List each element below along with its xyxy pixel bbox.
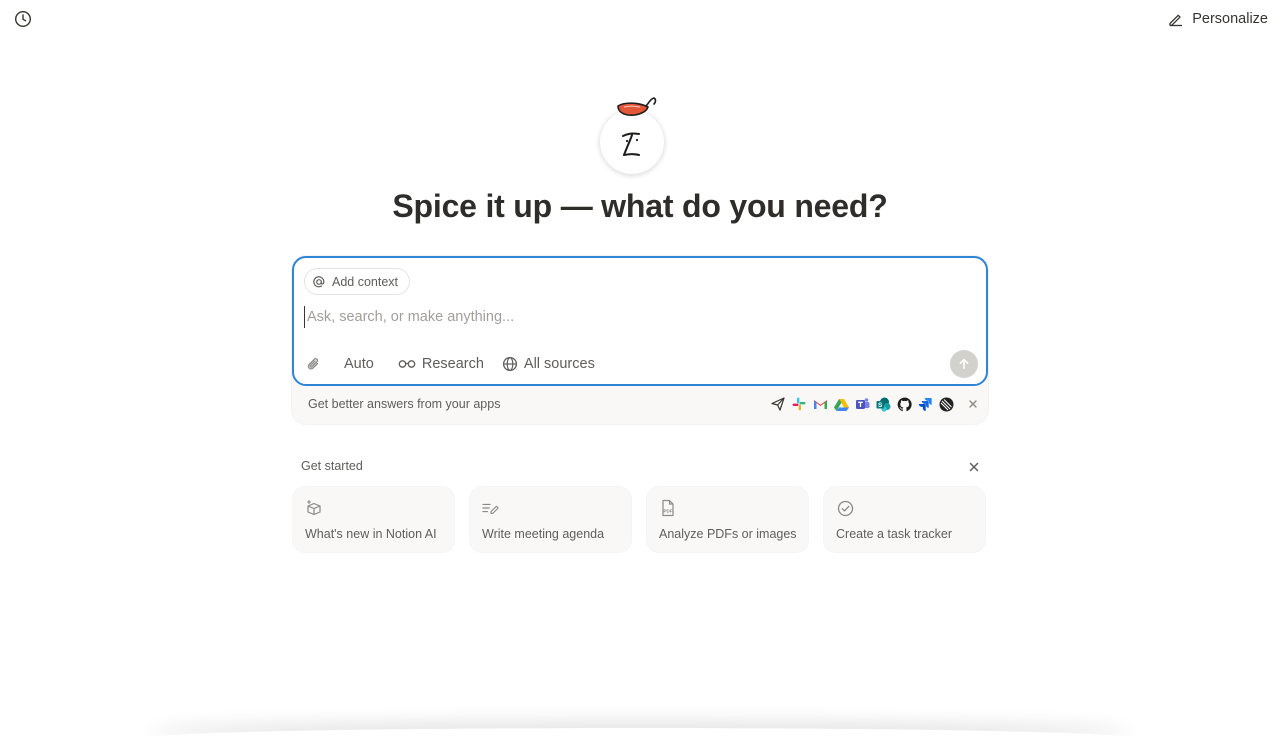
lines-pen-icon — [482, 499, 500, 517]
card-meeting-agenda[interactable]: Write meeting agenda — [470, 487, 631, 552]
page-title: Spice it up — what do you need? — [392, 188, 888, 224]
connect-apps-banner: Get better answers from your apps S — [308, 394, 980, 414]
card-whats-new[interactable]: What's new in Notion AI — [293, 487, 454, 552]
send-button[interactable] — [950, 350, 978, 378]
card-label: What's new in Notion AI — [305, 527, 437, 541]
card-label: Write meeting agenda — [482, 527, 605, 541]
add-context-label: Add context — [332, 274, 399, 289]
auto-mode-label: Auto — [344, 356, 374, 372]
notion-ai-home: Personalize Spice it up — what do you ne… — [0, 0, 1280, 738]
card-task-tracker[interactable]: Create a task tracker — [824, 487, 985, 552]
google-drive-icon[interactable] — [833, 396, 849, 412]
all-sources-label: All sources — [523, 356, 595, 372]
svg-text:S: S — [878, 402, 883, 409]
get-started-cards: What's new in Notion AI Write meeting ag… — [293, 487, 985, 552]
jira-icon[interactable] — [917, 396, 933, 412]
arrow-up-icon — [959, 358, 969, 370]
paperclip-icon — [307, 358, 319, 370]
research-button[interactable]: Research — [398, 352, 484, 376]
at-sign-icon — [313, 275, 325, 287]
attach-button[interactable] — [306, 352, 322, 376]
slack-icon[interactable] — [791, 396, 807, 412]
connect-apps-text[interactable]: Get better answers from your apps — [308, 397, 500, 411]
personalize-label: Personalize — [1192, 11, 1268, 27]
dismiss-apps-banner-icon[interactable] — [966, 397, 980, 411]
research-label: Research — [421, 356, 484, 372]
sharepoint-icon[interactable]: S — [875, 396, 891, 412]
teams-icon[interactable] — [854, 396, 870, 412]
notion-ai-face-icon — [622, 132, 640, 156]
svg-text:PDF: PDF — [664, 509, 673, 514]
linear-icon[interactable] — [938, 396, 954, 412]
composer-toolbar: Auto Research All sources — [306, 352, 595, 376]
globe-icon — [502, 356, 517, 372]
composer: Add context Auto Research — [292, 256, 988, 386]
clock-history-icon — [14, 10, 32, 28]
dismiss-get-started-icon[interactable] — [967, 460, 981, 474]
card-label: Create a task tracker — [836, 527, 953, 541]
pdf-file-icon: PDF — [659, 499, 677, 517]
card-analyze-pdfs[interactable]: PDF Analyze PDFs or images — [647, 487, 808, 552]
gmail-icon[interactable] — [812, 396, 828, 412]
app-icons: S — [770, 396, 954, 412]
sparkle-box-icon — [305, 499, 323, 517]
pencil-icon — [1169, 14, 1183, 27]
prompt-input[interactable] — [304, 306, 904, 328]
history-button[interactable] — [13, 9, 33, 29]
add-context-button[interactable]: Add context — [304, 268, 411, 295]
check-circle-icon — [836, 499, 854, 517]
glasses-icon — [398, 360, 416, 368]
send-icon[interactable] — [770, 396, 786, 412]
all-sources-button[interactable]: All sources — [502, 352, 595, 376]
bottom-edge-shadow — [150, 728, 1130, 738]
personalize-button[interactable]: Personalize — [1168, 8, 1268, 30]
chili-pepper-icon — [617, 97, 657, 116]
get-started-heading: Get started — [301, 459, 363, 473]
auto-mode-button[interactable]: Auto — [344, 352, 374, 376]
card-label: Analyze PDFs or images — [659, 527, 797, 541]
github-icon[interactable] — [896, 396, 912, 412]
